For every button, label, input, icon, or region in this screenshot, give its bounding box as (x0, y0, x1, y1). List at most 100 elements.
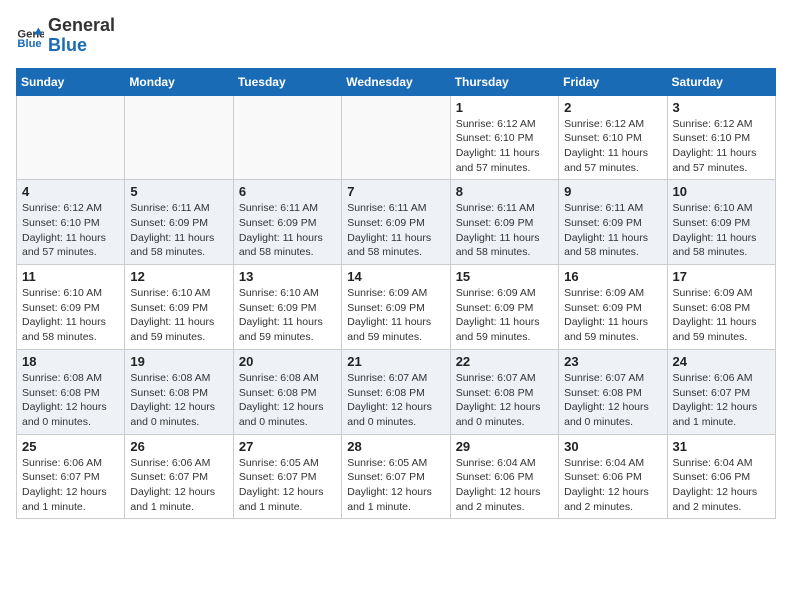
calendar-cell: 23 Sunrise: 6:07 AM Sunset: 6:08 PM Dayl… (559, 349, 667, 434)
day-info: Sunrise: 6:07 AM Sunset: 6:08 PM Dayligh… (564, 371, 661, 430)
calendar-cell (17, 95, 125, 180)
day-header-friday: Friday (559, 68, 667, 95)
calendar-week-row: 25 Sunrise: 6:06 AM Sunset: 6:07 PM Dayl… (17, 434, 776, 519)
day-info: Sunrise: 6:11 AM Sunset: 6:09 PM Dayligh… (347, 201, 444, 260)
day-info: Sunrise: 6:12 AM Sunset: 6:10 PM Dayligh… (673, 117, 770, 176)
calendar-cell: 3 Sunrise: 6:12 AM Sunset: 6:10 PM Dayli… (667, 95, 775, 180)
calendar-cell: 7 Sunrise: 6:11 AM Sunset: 6:09 PM Dayli… (342, 180, 450, 265)
page-header: General Blue General Blue (16, 16, 776, 56)
day-number: 30 (564, 439, 661, 454)
day-header-monday: Monday (125, 68, 233, 95)
day-number: 2 (564, 100, 661, 115)
day-number: 28 (347, 439, 444, 454)
day-number: 22 (456, 354, 553, 369)
day-header-thursday: Thursday (450, 68, 558, 95)
calendar-cell: 29 Sunrise: 6:04 AM Sunset: 6:06 PM Dayl… (450, 434, 558, 519)
day-number: 19 (130, 354, 227, 369)
day-info: Sunrise: 6:08 AM Sunset: 6:08 PM Dayligh… (130, 371, 227, 430)
calendar-cell (342, 95, 450, 180)
day-number: 6 (239, 184, 336, 199)
day-number: 11 (22, 269, 119, 284)
day-number: 20 (239, 354, 336, 369)
calendar-cell: 24 Sunrise: 6:06 AM Sunset: 6:07 PM Dayl… (667, 349, 775, 434)
logo-icon: General Blue (16, 22, 44, 50)
calendar-table: SundayMondayTuesdayWednesdayThursdayFrid… (16, 68, 776, 520)
calendar-week-row: 1 Sunrise: 6:12 AM Sunset: 6:10 PM Dayli… (17, 95, 776, 180)
calendar-cell: 20 Sunrise: 6:08 AM Sunset: 6:08 PM Dayl… (233, 349, 341, 434)
calendar-cell: 26 Sunrise: 6:06 AM Sunset: 6:07 PM Dayl… (125, 434, 233, 519)
day-info: Sunrise: 6:11 AM Sunset: 6:09 PM Dayligh… (130, 201, 227, 260)
day-header-wednesday: Wednesday (342, 68, 450, 95)
day-info: Sunrise: 6:12 AM Sunset: 6:10 PM Dayligh… (456, 117, 553, 176)
day-info: Sunrise: 6:11 AM Sunset: 6:09 PM Dayligh… (239, 201, 336, 260)
day-number: 31 (673, 439, 770, 454)
day-header-sunday: Sunday (17, 68, 125, 95)
day-info: Sunrise: 6:06 AM Sunset: 6:07 PM Dayligh… (22, 456, 119, 515)
day-info: Sunrise: 6:07 AM Sunset: 6:08 PM Dayligh… (456, 371, 553, 430)
day-number: 8 (456, 184, 553, 199)
day-number: 10 (673, 184, 770, 199)
day-info: Sunrise: 6:10 AM Sunset: 6:09 PM Dayligh… (239, 286, 336, 345)
calendar-cell: 27 Sunrise: 6:05 AM Sunset: 6:07 PM Dayl… (233, 434, 341, 519)
day-number: 1 (456, 100, 553, 115)
day-number: 7 (347, 184, 444, 199)
day-info: Sunrise: 6:09 AM Sunset: 6:09 PM Dayligh… (564, 286, 661, 345)
day-info: Sunrise: 6:07 AM Sunset: 6:08 PM Dayligh… (347, 371, 444, 430)
day-number: 21 (347, 354, 444, 369)
calendar-cell: 13 Sunrise: 6:10 AM Sunset: 6:09 PM Dayl… (233, 265, 341, 350)
day-info: Sunrise: 6:10 AM Sunset: 6:09 PM Dayligh… (22, 286, 119, 345)
day-number: 15 (456, 269, 553, 284)
day-info: Sunrise: 6:06 AM Sunset: 6:07 PM Dayligh… (130, 456, 227, 515)
calendar-cell: 1 Sunrise: 6:12 AM Sunset: 6:10 PM Dayli… (450, 95, 558, 180)
calendar-cell: 18 Sunrise: 6:08 AM Sunset: 6:08 PM Dayl… (17, 349, 125, 434)
day-number: 3 (673, 100, 770, 115)
calendar-cell: 8 Sunrise: 6:11 AM Sunset: 6:09 PM Dayli… (450, 180, 558, 265)
day-info: Sunrise: 6:11 AM Sunset: 6:09 PM Dayligh… (564, 201, 661, 260)
day-info: Sunrise: 6:04 AM Sunset: 6:06 PM Dayligh… (456, 456, 553, 515)
calendar-cell: 2 Sunrise: 6:12 AM Sunset: 6:10 PM Dayli… (559, 95, 667, 180)
calendar-cell: 21 Sunrise: 6:07 AM Sunset: 6:08 PM Dayl… (342, 349, 450, 434)
calendar-cell: 11 Sunrise: 6:10 AM Sunset: 6:09 PM Dayl… (17, 265, 125, 350)
calendar-week-row: 4 Sunrise: 6:12 AM Sunset: 6:10 PM Dayli… (17, 180, 776, 265)
calendar-header-row: SundayMondayTuesdayWednesdayThursdayFrid… (17, 68, 776, 95)
day-number: 12 (130, 269, 227, 284)
day-info: Sunrise: 6:09 AM Sunset: 6:09 PM Dayligh… (456, 286, 553, 345)
day-info: Sunrise: 6:12 AM Sunset: 6:10 PM Dayligh… (22, 201, 119, 260)
day-number: 16 (564, 269, 661, 284)
day-number: 5 (130, 184, 227, 199)
calendar-cell: 31 Sunrise: 6:04 AM Sunset: 6:06 PM Dayl… (667, 434, 775, 519)
calendar-cell: 28 Sunrise: 6:05 AM Sunset: 6:07 PM Dayl… (342, 434, 450, 519)
calendar-cell: 17 Sunrise: 6:09 AM Sunset: 6:08 PM Dayl… (667, 265, 775, 350)
day-number: 14 (347, 269, 444, 284)
day-info: Sunrise: 6:05 AM Sunset: 6:07 PM Dayligh… (347, 456, 444, 515)
svg-text:Blue: Blue (17, 38, 41, 50)
day-info: Sunrise: 6:06 AM Sunset: 6:07 PM Dayligh… (673, 371, 770, 430)
day-info: Sunrise: 6:08 AM Sunset: 6:08 PM Dayligh… (22, 371, 119, 430)
day-info: Sunrise: 6:12 AM Sunset: 6:10 PM Dayligh… (564, 117, 661, 176)
calendar-cell (233, 95, 341, 180)
day-header-saturday: Saturday (667, 68, 775, 95)
day-info: Sunrise: 6:08 AM Sunset: 6:08 PM Dayligh… (239, 371, 336, 430)
day-info: Sunrise: 6:11 AM Sunset: 6:09 PM Dayligh… (456, 201, 553, 260)
day-info: Sunrise: 6:10 AM Sunset: 6:09 PM Dayligh… (130, 286, 227, 345)
day-number: 18 (22, 354, 119, 369)
day-info: Sunrise: 6:04 AM Sunset: 6:06 PM Dayligh… (564, 456, 661, 515)
logo: General Blue General Blue (16, 16, 115, 56)
calendar-cell: 22 Sunrise: 6:07 AM Sunset: 6:08 PM Dayl… (450, 349, 558, 434)
day-number: 29 (456, 439, 553, 454)
day-info: Sunrise: 6:09 AM Sunset: 6:08 PM Dayligh… (673, 286, 770, 345)
calendar-cell: 12 Sunrise: 6:10 AM Sunset: 6:09 PM Dayl… (125, 265, 233, 350)
day-header-tuesday: Tuesday (233, 68, 341, 95)
calendar-cell: 4 Sunrise: 6:12 AM Sunset: 6:10 PM Dayli… (17, 180, 125, 265)
day-number: 27 (239, 439, 336, 454)
day-number: 23 (564, 354, 661, 369)
calendar-cell: 9 Sunrise: 6:11 AM Sunset: 6:09 PM Dayli… (559, 180, 667, 265)
day-number: 25 (22, 439, 119, 454)
day-number: 13 (239, 269, 336, 284)
calendar-cell: 10 Sunrise: 6:10 AM Sunset: 6:09 PM Dayl… (667, 180, 775, 265)
day-info: Sunrise: 6:04 AM Sunset: 6:06 PM Dayligh… (673, 456, 770, 515)
calendar-cell: 15 Sunrise: 6:09 AM Sunset: 6:09 PM Dayl… (450, 265, 558, 350)
calendar-week-row: 18 Sunrise: 6:08 AM Sunset: 6:08 PM Dayl… (17, 349, 776, 434)
day-info: Sunrise: 6:05 AM Sunset: 6:07 PM Dayligh… (239, 456, 336, 515)
calendar-cell (125, 95, 233, 180)
